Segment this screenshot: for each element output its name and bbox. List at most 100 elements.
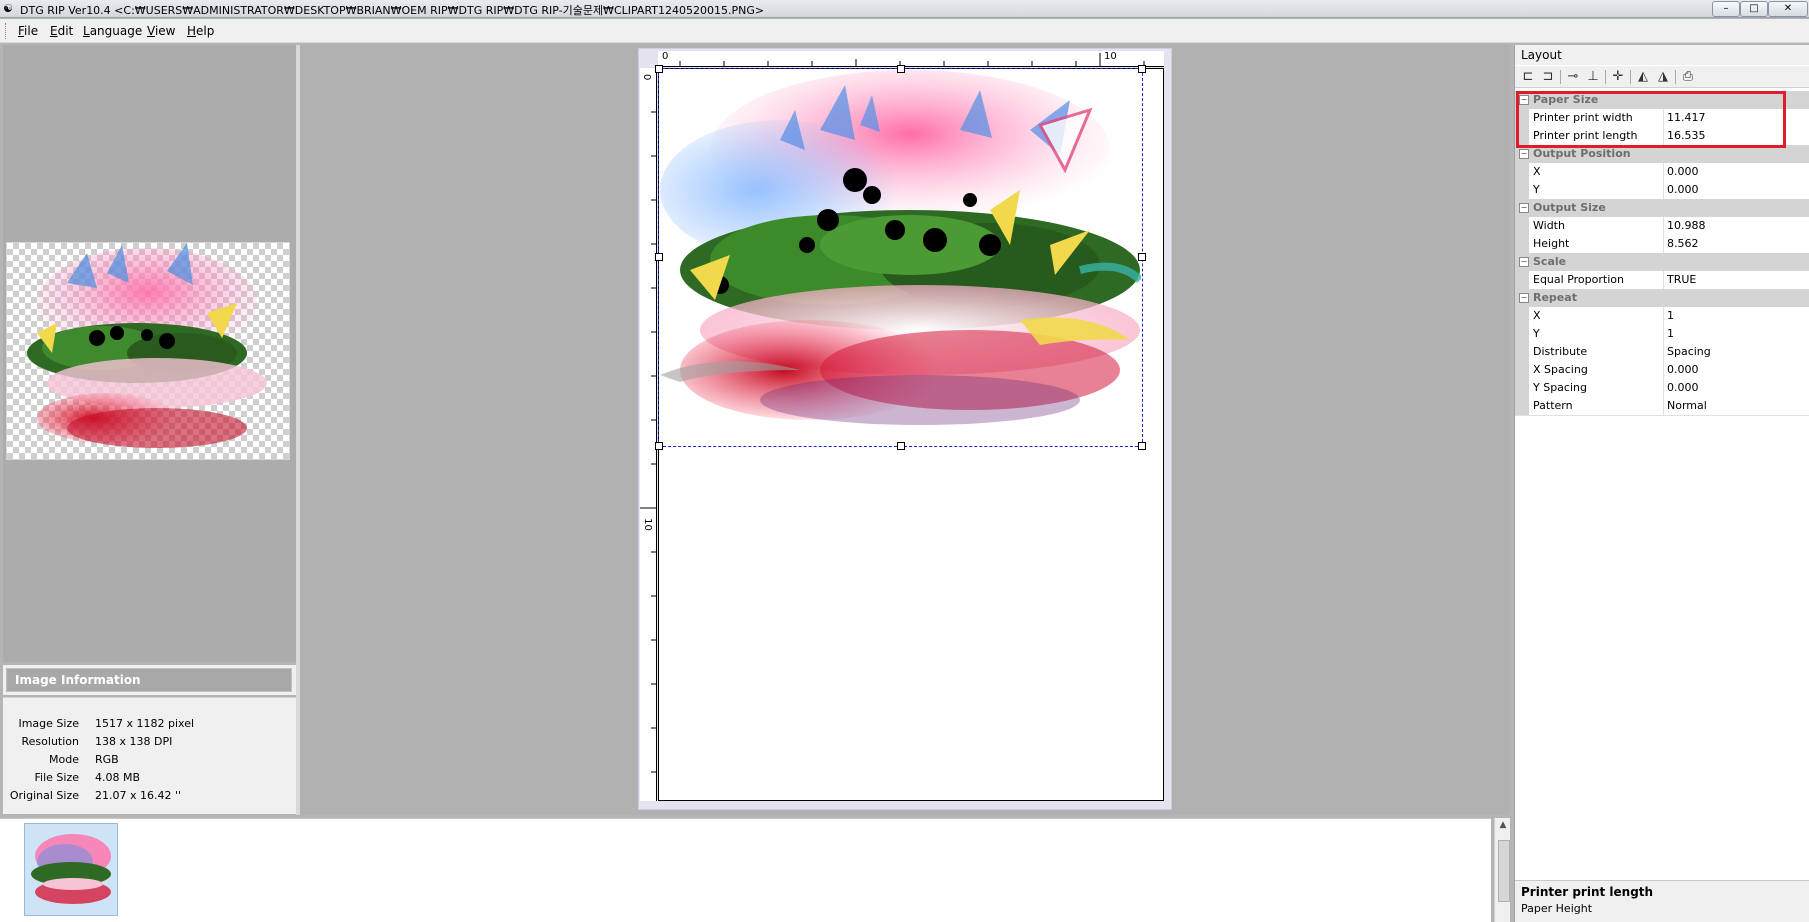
info-label: File Size xyxy=(34,771,79,784)
center-vertical-icon[interactable]: ⊥ xyxy=(1584,68,1602,86)
toolbar-separator xyxy=(1630,70,1631,84)
prop-value[interactable]: Normal xyxy=(1667,399,1707,412)
prop-label: Y Spacing xyxy=(1533,381,1587,394)
prop-row-pattern[interactable]: Pattern Normal xyxy=(1515,397,1809,416)
thumbnail-strip xyxy=(0,818,1491,922)
selection-box[interactable] xyxy=(655,65,1146,450)
prop-value[interactable]: Spacing xyxy=(1667,345,1711,358)
maximize-button[interactable]: □ xyxy=(1740,1,1768,17)
thumbnail-artwork xyxy=(25,824,117,915)
preview-artwork xyxy=(27,243,267,448)
collapse-icon[interactable]: − xyxy=(1519,203,1529,213)
prop-label: X xyxy=(1533,309,1541,322)
prop-value[interactable]: 0.000 xyxy=(1667,165,1699,178)
prop-label: Equal Proportion xyxy=(1533,273,1624,286)
resize-handle-bl[interactable] xyxy=(655,442,663,450)
ruler-label-v-zero: 0 xyxy=(641,74,652,81)
prop-row-y-spacing[interactable]: Y Spacing 0.000 xyxy=(1515,379,1809,398)
ruler-label-h-ten: 10 xyxy=(1104,51,1117,62)
resize-handle-tr[interactable] xyxy=(1138,65,1146,73)
image-thumbnail[interactable] xyxy=(24,823,118,916)
info-value: 138 x 138 DPI xyxy=(95,735,173,748)
help-description: Paper Height xyxy=(1521,902,1593,915)
property-help-panel: Printer print length Paper Height xyxy=(1515,880,1809,922)
prop-value[interactable]: TRUE xyxy=(1667,273,1696,286)
prop-row-width[interactable]: Width 10.988 xyxy=(1515,217,1809,236)
prop-value[interactable]: 8.562 xyxy=(1667,237,1699,250)
category-scale[interactable]: − Scale xyxy=(1515,253,1809,271)
menu-bar: File Edit Language View Help xyxy=(0,19,1809,43)
prop-label: Pattern xyxy=(1533,399,1573,412)
prop-value[interactable]: 0.000 xyxy=(1667,183,1699,196)
resize-handle-tl[interactable] xyxy=(655,65,663,73)
prop-row-repeat-y[interactable]: Y1 xyxy=(1515,325,1809,344)
info-value: RGB xyxy=(95,753,119,766)
scroll-up-icon[interactable]: ▲ xyxy=(1495,820,1511,830)
prop-row-pos-x[interactable]: X 0.000 xyxy=(1515,163,1809,182)
minimize-button[interactable]: – xyxy=(1712,1,1740,17)
info-label: Original Size xyxy=(9,789,79,802)
horizontal-ruler xyxy=(658,51,1164,67)
prop-label: Width xyxy=(1533,219,1565,232)
menu-file[interactable]: File xyxy=(18,24,38,38)
prop-row-x-spacing[interactable]: X Spacing 0.000 xyxy=(1515,361,1809,380)
close-button[interactable]: ✕ xyxy=(1768,1,1808,17)
layout-panel-title: Layout xyxy=(1515,45,1809,65)
center-both-icon[interactable]: ✛ xyxy=(1609,68,1627,86)
horizontal-ruler-ticks xyxy=(679,53,1145,67)
prop-value[interactable]: 10.988 xyxy=(1667,219,1706,232)
resize-handle-r[interactable] xyxy=(1138,253,1146,261)
toolbar-separator xyxy=(1560,70,1561,84)
menu-language[interactable]: Language xyxy=(83,24,142,38)
ruler-label-v-ten: 10 xyxy=(641,518,653,531)
layout-toolbar: ⊏ ⊐ ⊸ ⊥ ✛ ◭ ◮ ⎙ xyxy=(1515,66,1809,88)
collapse-icon[interactable]: − xyxy=(1519,257,1529,267)
prop-label: Distribute xyxy=(1533,345,1588,358)
print-icon[interactable]: ⎙ xyxy=(1679,68,1697,86)
category-repeat[interactable]: − Repeat xyxy=(1515,289,1809,307)
prop-value[interactable]: 0.000 xyxy=(1667,363,1699,376)
align-left-top-icon[interactable]: ⊏ xyxy=(1519,68,1537,86)
info-label: Image Size xyxy=(18,717,79,730)
menu-view[interactable]: View xyxy=(147,24,175,38)
prop-label: Y xyxy=(1533,183,1540,196)
menu-edit[interactable]: Edit xyxy=(50,24,73,38)
resize-handle-b[interactable] xyxy=(897,442,905,450)
align-right-top-icon[interactable]: ⊐ xyxy=(1539,68,1557,86)
mirror-icon[interactable]: ◮ xyxy=(1654,68,1672,86)
menu-help[interactable]: Help xyxy=(187,24,214,38)
collapse-icon[interactable]: − xyxy=(1519,293,1529,303)
help-title: Printer print length xyxy=(1521,885,1654,899)
resize-handle-t[interactable] xyxy=(897,65,905,73)
prop-row-equal-proportion[interactable]: Equal Proportion TRUE xyxy=(1515,271,1809,290)
category-output-size[interactable]: − Output Size xyxy=(1515,199,1809,217)
prop-value[interactable]: 1 xyxy=(1667,327,1674,340)
resize-handle-l[interactable] xyxy=(655,253,663,261)
prop-value[interactable]: 0.000 xyxy=(1667,381,1699,394)
prop-row-distribute[interactable]: Distribute Spacing xyxy=(1515,343,1809,362)
title-bar: ☯ DTG RIP Ver10.4 <C:₩USERS₩ADMINISTRATO… xyxy=(0,0,1809,18)
thumbnail-scrollbar[interactable]: ▲ xyxy=(1494,818,1510,922)
flip-horizontal-icon[interactable]: ◭ xyxy=(1634,68,1652,86)
vertical-ruler-ticks xyxy=(640,111,657,773)
prop-row-repeat-x[interactable]: X1 xyxy=(1515,307,1809,326)
menu-grip xyxy=(5,23,9,39)
toolbar-separator xyxy=(1675,70,1676,84)
prop-row-height[interactable]: Height 8.562 xyxy=(1515,235,1809,254)
center-horizontal-icon[interactable]: ⊸ xyxy=(1564,68,1582,86)
window-title: DTG RIP Ver10.4 <C:₩USERS₩ADMINISTRATOR₩… xyxy=(20,4,765,17)
info-label: Resolution xyxy=(21,735,79,748)
prop-label: X Spacing xyxy=(1533,363,1588,376)
prop-row-pos-y[interactable]: Y 0.000 xyxy=(1515,181,1809,200)
highlight-annotation xyxy=(1516,91,1786,148)
prop-label: Y xyxy=(1533,327,1540,340)
collapse-icon[interactable]: − xyxy=(1519,149,1529,159)
ruler-label-h-zero: 0 xyxy=(662,51,669,62)
resize-handle-br[interactable] xyxy=(1138,442,1146,450)
prop-label: Height xyxy=(1533,237,1570,250)
info-value: 21.07 x 16.42 '' xyxy=(95,789,182,802)
scrollbar-thumb[interactable] xyxy=(1498,840,1510,902)
toolbar-separator xyxy=(1605,70,1606,84)
prop-value[interactable]: 1 xyxy=(1667,309,1674,322)
ruler-label-v-ten-wrap: 10 xyxy=(641,518,654,531)
